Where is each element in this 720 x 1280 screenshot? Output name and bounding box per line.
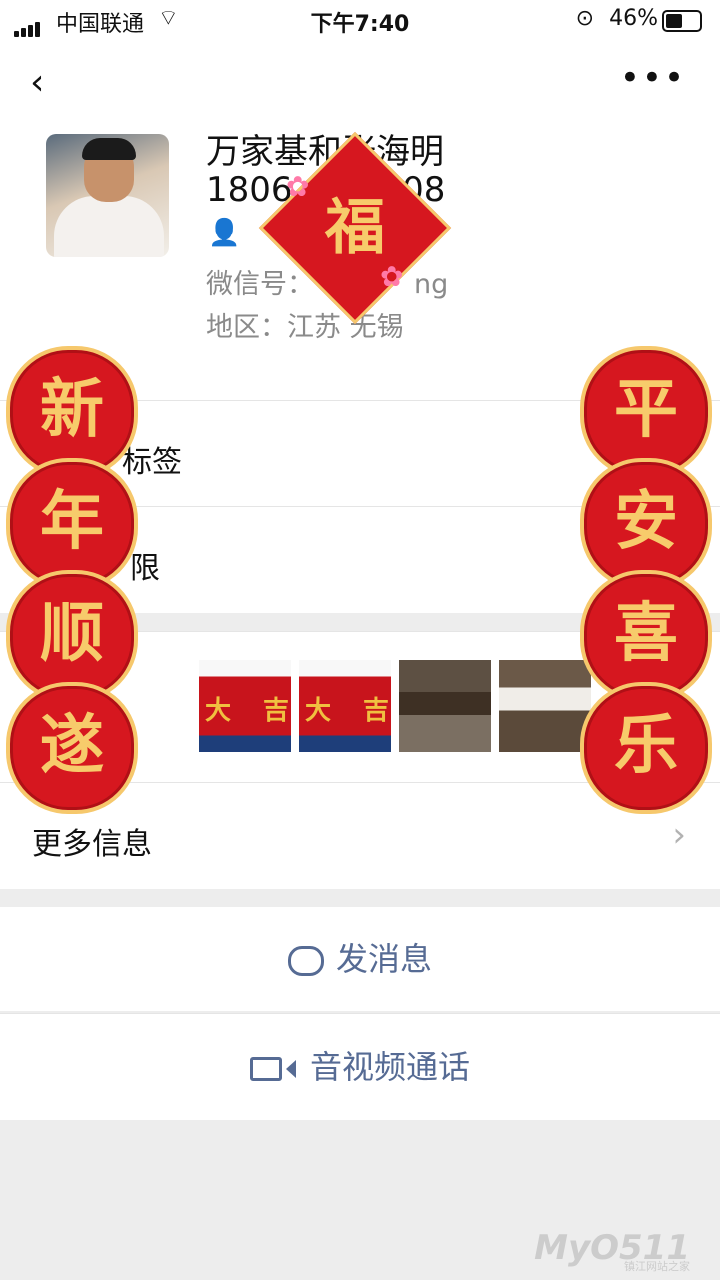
right-badge: 乐 — [580, 682, 712, 814]
person-icon: 👤 — [208, 218, 241, 248]
more-options-icon[interactable]: ••• — [620, 58, 686, 98]
section-divider — [0, 889, 720, 907]
left-badge: 遂 — [6, 682, 138, 814]
send-message-button[interactable]: 发消息 — [0, 907, 720, 1011]
video-call-button[interactable]: 音视频通话 — [0, 1013, 720, 1120]
battery-icon — [662, 10, 702, 32]
flower-icon: ✿ — [286, 170, 310, 203]
back-icon[interactable]: ‹ — [30, 62, 44, 103]
moments-photo[interactable]: 大吉 — [299, 660, 391, 752]
chat-bubble-icon — [287, 946, 324, 976]
status-bar: 中国联通 ⌔ 下午7:40 ⊙ 46% — [0, 0, 720, 40]
more-info-label: 更多信息 — [32, 827, 152, 862]
avatar[interactable] — [46, 134, 169, 257]
moments-photo[interactable] — [399, 660, 491, 752]
rotation-lock-icon: ⊙ — [575, 6, 594, 31]
region: 地区：江苏 无锡 — [206, 312, 404, 343]
moments-photo[interactable]: 大吉 — [199, 660, 291, 752]
chevron-right-icon: › — [672, 815, 686, 855]
flower-icon: ✿ — [380, 260, 404, 293]
watermark-subtitle: 镇江网站之家 — [624, 1260, 690, 1273]
battery-percent: 46% — [609, 6, 658, 31]
permissions-label: 限 — [130, 551, 160, 586]
moments-photo[interactable] — [499, 660, 591, 752]
video-camera-icon — [249, 1057, 282, 1081]
